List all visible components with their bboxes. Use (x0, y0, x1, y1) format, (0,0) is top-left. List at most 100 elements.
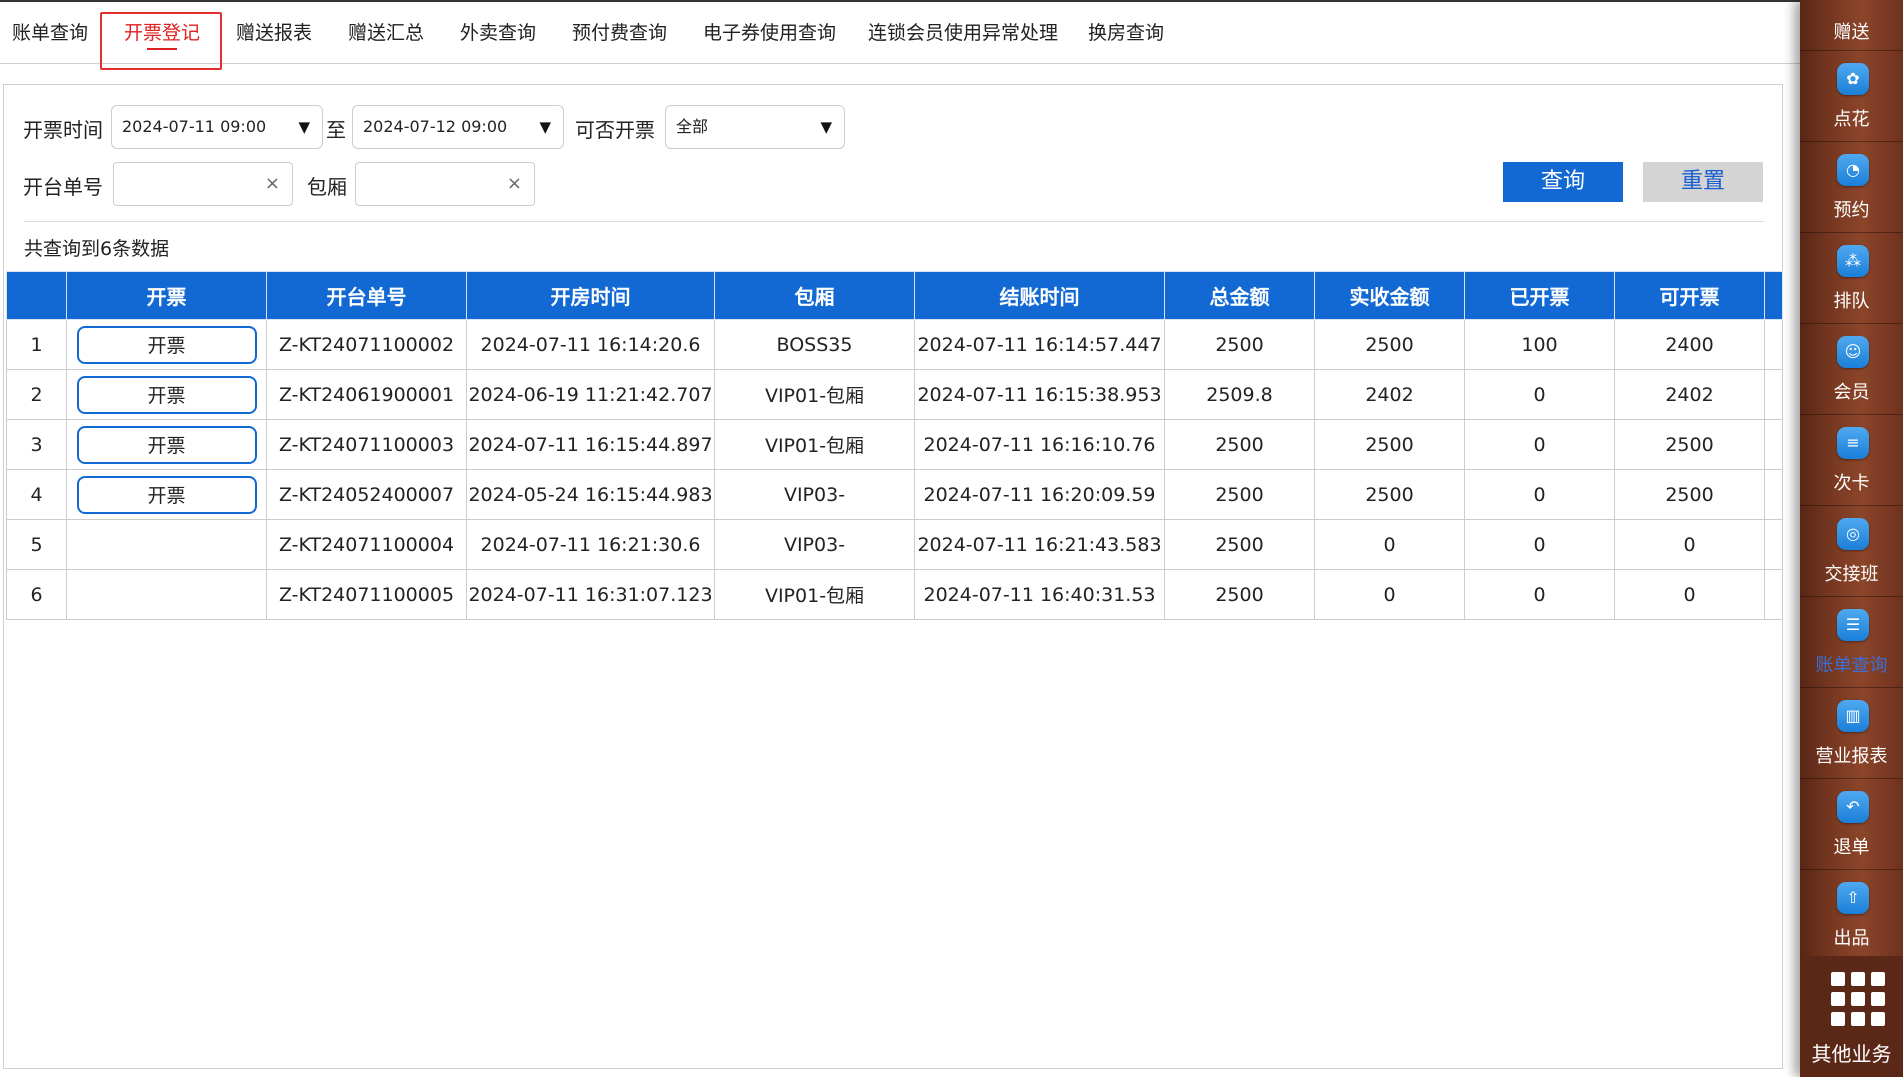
cell-index: 1 (6, 319, 67, 370)
cell-received: 2500 (1314, 319, 1465, 370)
clear-icon[interactable]: × (507, 163, 522, 205)
cell-checkout-time: 2024-07-11 16:16:10.76 (914, 419, 1165, 470)
cell-invoice-action (66, 519, 267, 570)
sidebar-item-report[interactable]: ▥ 营业报表 (1800, 688, 1903, 779)
shift-icon: ◎ (1837, 518, 1869, 550)
sidebar-item-bill-query[interactable]: ☰ 账单查询 (1800, 597, 1903, 688)
invoice-button[interactable]: 开票 (76, 425, 257, 464)
reservation-icon: ◔ (1837, 154, 1869, 186)
cell-total: 2509.8 (1164, 369, 1315, 420)
cell-room: BOSS35 (714, 319, 915, 370)
tab-room-change-query[interactable]: 换房查询 (1088, 2, 1164, 64)
sidebar-other-business[interactable]: 其他业务 (1800, 956, 1903, 1077)
cell-total: 2500 (1164, 419, 1315, 470)
table-header-row: 开票 开台单号 开房时间 包厢 结账时间 总金额 实收金额 已开票 可开票 (6, 271, 1783, 320)
sidebar-item-label: 营业报表 (1815, 746, 1888, 767)
tab-gift-report[interactable]: 赠送报表 (236, 2, 312, 64)
cell-order-no: Z-KT24052400007 (266, 469, 467, 520)
sidebar-item-label: 交接班 (1824, 564, 1879, 585)
cell-order-no: Z-KT24071100003 (266, 419, 467, 470)
cell-checkout-time: 2024-07-11 16:40:31.53 (914, 569, 1165, 620)
can-invoice-label: 可否开票 (575, 118, 655, 142)
table-row: 4 开票 Z-KT24052400007 2024-05-24 16:15:44… (6, 469, 1783, 520)
cell-open-time: 2024-07-11 16:15:44.897 (466, 419, 715, 470)
main-panel: 开票时间 2024-07-11 09:00 ▼ 至 2024-07-12 09:… (3, 84, 1783, 1069)
can-invoice-select[interactable]: 全部 ▼ (665, 105, 845, 149)
tab-prepaid-query[interactable]: 预付费查询 (572, 2, 667, 64)
queue-icon: ⁂ (1837, 245, 1869, 277)
room-field[interactable]: × (355, 162, 535, 206)
table-row: 6 Z-KT24071100005 2024-07-11 16:31:07.12… (6, 569, 1783, 620)
cell-invoiceable: 0 (1614, 569, 1765, 620)
cell-room: VIP03- (714, 469, 915, 520)
dropdown-arrow-icon: ▼ (820, 118, 832, 136)
end-time-select[interactable]: 2024-07-12 09:00 ▼ (352, 105, 564, 149)
cell-invoiced: 0 (1464, 369, 1615, 420)
clear-icon[interactable]: × (265, 163, 280, 205)
cell-room: VIP03- (714, 519, 915, 570)
cell-index: 3 (6, 419, 67, 470)
cell-extra (1764, 469, 1783, 520)
cell-received: 2500 (1314, 419, 1465, 470)
cell-checkout-time: 2024-07-11 16:21:43.583 (914, 519, 1165, 570)
cell-received: 2402 (1314, 369, 1465, 420)
cell-invoiceable: 2400 (1614, 319, 1765, 370)
cell-received: 0 (1314, 519, 1465, 570)
cell-checkout-time: 2024-07-11 16:20:09.59 (914, 469, 1165, 520)
tab-invoice-register[interactable]: 开票登记 (124, 2, 200, 64)
tab-bill-query[interactable]: 账单查询 (12, 2, 88, 64)
query-button[interactable]: 查询 (1503, 162, 1623, 202)
cell-index: 2 (6, 369, 67, 420)
cell-invoiceable: 2500 (1614, 419, 1765, 470)
dispatch-icon: ⇧ (1837, 882, 1869, 914)
cell-room: VIP01-包厢 (714, 369, 915, 420)
col-header-order-no: 开台单号 (266, 271, 467, 320)
reset-button[interactable]: 重置 (1643, 162, 1763, 202)
invoice-time-label: 开票时间 (23, 118, 103, 142)
cell-total: 2500 (1164, 319, 1315, 370)
cell-total: 2500 (1164, 469, 1315, 520)
cell-extra (1764, 319, 1783, 370)
table-row: 1 开票 Z-KT24071100002 2024-07-11 16:14:20… (6, 319, 1783, 370)
tab-ecoupon-query[interactable]: 电子券使用查询 (703, 2, 836, 64)
sidebar-item-dispatch[interactable]: ⇧ 出品 (1800, 870, 1903, 961)
room-input[interactable] (362, 163, 502, 203)
sidebar-item-flower[interactable]: ✿ 点花 (1800, 51, 1903, 142)
sidebar-item-queue[interactable]: ⁂ 排队 (1800, 233, 1903, 324)
cell-open-time: 2024-07-11 16:14:20.6 (466, 319, 715, 370)
cell-order-no: Z-KT24071100005 (266, 569, 467, 620)
tab-chain-member-exception[interactable]: 连锁会员使用异常处理 (868, 2, 1058, 64)
member-icon: ☺ (1837, 336, 1869, 368)
cell-index: 5 (6, 519, 67, 570)
col-header-checkout-time: 结账时间 (914, 271, 1165, 320)
start-time-select[interactable]: 2024-07-11 09:00 ▼ (111, 105, 323, 149)
sidebar-item-refund[interactable]: ↶ 退单 (1800, 779, 1903, 870)
order-no-label: 开台单号 (23, 175, 103, 199)
table-row: 2 开票 Z-KT24061900001 2024-06-19 11:21:42… (6, 369, 1783, 420)
cell-open-time: 2024-07-11 16:31:07.123 (466, 569, 715, 620)
bill-query-icon: ☰ (1837, 609, 1869, 641)
sidebar-item-shift[interactable]: ◎ 交接班 (1800, 506, 1903, 597)
sidebar-item-label: 赠送 (1833, 22, 1870, 43)
order-no-input[interactable] (120, 163, 260, 203)
cell-room: VIP01-包厢 (714, 419, 915, 470)
sidebar-item-label: 次卡 (1833, 473, 1870, 494)
col-header-index (6, 271, 67, 320)
cell-invoice-action: 开票 (66, 319, 267, 370)
col-header-invoice: 开票 (66, 271, 267, 320)
cell-extra (1764, 519, 1783, 570)
invoice-button[interactable]: 开票 (76, 375, 257, 414)
sidebar-item-member[interactable]: ☺ 会员 (1800, 324, 1903, 415)
invoice-button[interactable]: 开票 (76, 475, 257, 514)
order-no-field[interactable]: × (113, 162, 293, 206)
tab-takeout-query[interactable]: 外卖查询 (460, 2, 536, 64)
cell-order-no: Z-KT24071100002 (266, 319, 467, 370)
grid-icon (1831, 972, 1885, 1026)
invoice-button[interactable]: 开票 (76, 325, 257, 364)
tab-gift-summary[interactable]: 赠送汇总 (348, 2, 424, 64)
sidebar-item-card[interactable]: ≡ 次卡 (1800, 415, 1903, 506)
sidebar-item-gift[interactable]: 赠送 (1800, 0, 1903, 51)
sidebar-item-reservation[interactable]: ◔ 预约 (1800, 142, 1903, 233)
cell-index: 4 (6, 469, 67, 520)
col-header-invoiced: 已开票 (1464, 271, 1615, 320)
